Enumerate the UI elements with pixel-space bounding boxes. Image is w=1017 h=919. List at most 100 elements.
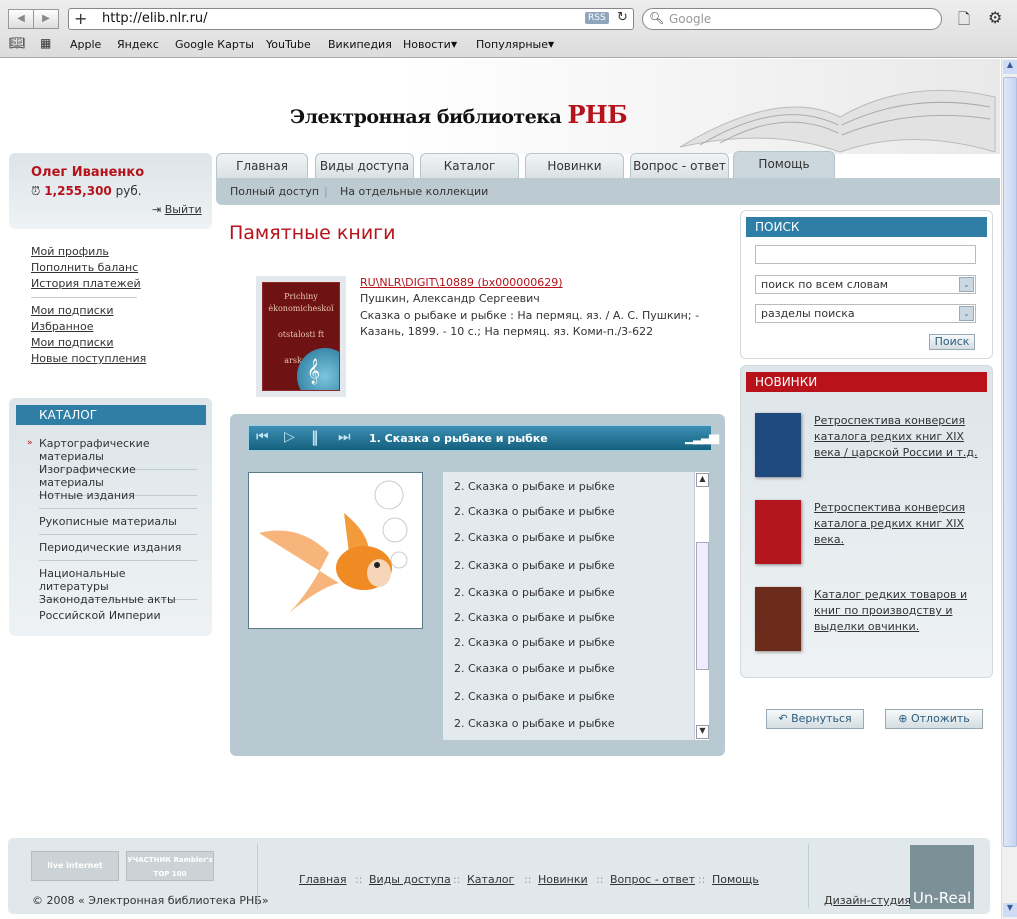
tab-qa[interactable]: Вопрос - ответ (630, 153, 729, 179)
playlist-item[interactable]: 2. Сказка о рыбаке и рыбке (454, 690, 615, 703)
bookmark-yandex[interactable]: Яндекс (117, 38, 159, 51)
user-name: Олег Иваненко (31, 165, 145, 180)
link-topup[interactable]: Пополнить баланс (31, 261, 138, 274)
url-text[interactable]: http://elib.nlr.ru/ (102, 11, 208, 26)
search-sections-select[interactable]: разделы поиска ⌄ (755, 304, 976, 323)
news-link[interactable]: Ретроспектива конверсия каталога редких … (814, 413, 986, 461)
scrollbar-thumb[interactable] (696, 542, 709, 670)
playlist-item[interactable]: 2. Сказка о рыбаке и рыбке (454, 662, 615, 675)
tab-catalog[interactable]: Каталог (420, 153, 519, 179)
player-controls: ⏮︎ ▷ ‖ ⏭︎ 1. Сказка о рыбаке и рыбке ▁▂▃… (248, 425, 719, 451)
play-icon[interactable]: ▷ (284, 429, 295, 445)
tab-access[interactable]: Виды доступа (315, 153, 414, 179)
wallet-icon: ⏰︎ (31, 184, 41, 198)
catalog-item[interactable]: Рукописные материалы (39, 515, 197, 535)
news-title: НОВИНКИ (746, 372, 987, 392)
book-cover[interactable]: Prichiny ėkonomicheskoĭ otstalosti ft ar… (256, 276, 346, 397)
scroll-down-icon[interactable]: ▼ (1003, 903, 1017, 917)
search-mode-select[interactable]: поиск по всем словам ⌄ (755, 275, 976, 294)
link-subscriptions[interactable]: Мои подписки (31, 304, 114, 317)
page-scrollbar[interactable]: ▲ ▼ (1001, 59, 1017, 919)
playlist-scrollbar[interactable]: ▲ ▼ (694, 472, 709, 740)
page-menu-icon[interactable]: 🗋 (958, 9, 970, 34)
back-label: Вернуться (791, 712, 852, 725)
scroll-up-icon[interactable]: ▲ (696, 473, 709, 487)
volume-icon[interactable]: ▁▂▃▅ (685, 430, 719, 445)
divider (808, 844, 809, 908)
add-bookmark-icon[interactable]: + (74, 9, 87, 28)
url-bar[interactable]: + http://elib.nlr.ru/ RSS ↻ (68, 8, 634, 30)
footer-link[interactable]: Вопрос - ответ (610, 873, 695, 886)
next-track-icon[interactable]: ⏭︎ (338, 429, 351, 445)
previous-track-icon[interactable]: ⏮︎ (256, 429, 269, 445)
playlist-item[interactable]: 2. Сказка о рыбаке и рыбке (454, 505, 615, 518)
playlist-item[interactable]: 2. Сказка о рыбаке и рыбке (454, 559, 615, 572)
playlist-item[interactable]: 2. Сказка о рыбаке и рыбке (454, 586, 615, 599)
news-cover[interactable] (755, 500, 801, 564)
top-sites-grid-icon[interactable]: ▦ (40, 36, 51, 50)
chevron-down-icon: ▼ (451, 40, 458, 49)
back-icon[interactable]: ◀ (8, 9, 34, 29)
separator: :: (524, 873, 532, 886)
defer-button[interactable]: ⊕ Отложить (885, 709, 983, 729)
subnav-full-access[interactable]: Полный доступ (230, 185, 319, 198)
bookmark-news[interactable]: Новости (403, 38, 451, 51)
link-favorites[interactable]: Избранное (31, 320, 93, 333)
catalog-item[interactable]: Периодические издания (39, 541, 197, 561)
footer-link[interactable]: Помощь (712, 873, 759, 886)
news-cover[interactable] (755, 413, 801, 477)
subnav-collections[interactable]: На отдельные коллекции (340, 185, 488, 198)
link-new-arrivals[interactable]: Новые поступления (31, 352, 146, 365)
news-link[interactable]: Каталог редких товаров и книг по произво… (814, 587, 986, 635)
rambler-counter[interactable]: УЧАСТНИК Rambler's TOP 100 (126, 851, 214, 881)
rss-button[interactable]: RSS (585, 12, 609, 24)
search-button[interactable]: Поиск (929, 334, 975, 350)
playlist-item[interactable]: 2. Сказка о рыбаке и рыбке (454, 636, 615, 649)
design-studio-link[interactable]: Дизайн-студия (824, 894, 911, 907)
bookmark-google-maps[interactable]: Google Карты (175, 38, 254, 51)
footer-link[interactable]: Виды доступа (369, 873, 451, 886)
search-input[interactable] (755, 245, 976, 264)
scrollbar-thumb[interactable] (1003, 77, 1017, 847)
playlist-item[interactable]: 2. Сказка о рыбаке и рыбке (454, 611, 615, 624)
record-id-link[interactable]: RU\NLR\DIGIT\10889 (bx000000629) (360, 276, 563, 289)
tab-home[interactable]: Главная (216, 153, 308, 179)
open-book-image (679, 89, 996, 153)
pause-icon[interactable]: ‖ (311, 428, 319, 446)
logout-link[interactable]: ⇥ Выйти (152, 203, 202, 216)
bookmarks-book-icon[interactable]: 📖︎ (9, 36, 26, 51)
news-cover[interactable] (755, 587, 801, 651)
footer-link[interactable]: Главная (299, 873, 347, 886)
audio-player: ⏮︎ ▷ ‖ ⏭︎ 1. Сказка о рыбаке и рыбке ▁▂▃… (230, 414, 725, 756)
unreal-logo[interactable]: Un-Real (910, 845, 974, 909)
scroll-up-icon[interactable]: ▲ (1003, 60, 1017, 74)
news-link[interactable]: Ретроспектива конверсия каталога редких … (814, 500, 986, 548)
separator: :: (698, 873, 706, 886)
bookmark-apple[interactable]: Apple (70, 38, 101, 51)
browser-search[interactable]: 🔍︎ Google (642, 8, 942, 30)
logout-label[interactable]: Выйти (165, 203, 202, 216)
footer-link[interactable]: Каталог (467, 873, 514, 886)
back-button[interactable]: ↶ Вернуться (766, 709, 864, 729)
separator: :: (596, 873, 604, 886)
playlist-item[interactable]: 2. Сказка о рыбаке и рыбке (454, 480, 615, 493)
search-mode-value: поиск по всем словам (761, 278, 889, 291)
tab-help[interactable]: Помощь (733, 151, 835, 179)
link-profile[interactable]: Мой профиль (31, 245, 109, 258)
playlist-item[interactable]: 2. Сказка о рыбаке и рыбке (454, 717, 615, 730)
bookmark-youtube[interactable]: YouTube (266, 38, 311, 51)
catalog-item[interactable]: Законодательные акты Российской Империи (39, 592, 197, 630)
playlist-item[interactable]: 2. Сказка о рыбаке и рыбке (454, 531, 615, 544)
link-payments[interactable]: История платежей (31, 277, 141, 290)
link-subscriptions-2[interactable]: Мои подписки (31, 336, 114, 349)
tab-news[interactable]: Новинки (525, 153, 624, 179)
forward-icon[interactable]: ▶ (33, 9, 59, 29)
liveinternet-counter[interactable]: live internet (31, 851, 119, 881)
bookmark-wikipedia[interactable]: Википедия (328, 38, 392, 51)
catalog-item[interactable]: Нотные издания (39, 489, 197, 509)
bookmark-popular[interactable]: Популярные (476, 38, 548, 51)
gear-icon[interactable]: ⚙ (988, 8, 1002, 27)
scroll-down-icon[interactable]: ▼ (696, 725, 709, 739)
footer-link[interactable]: Новинки (538, 873, 588, 886)
reload-icon[interactable]: ↻ (617, 10, 628, 25)
